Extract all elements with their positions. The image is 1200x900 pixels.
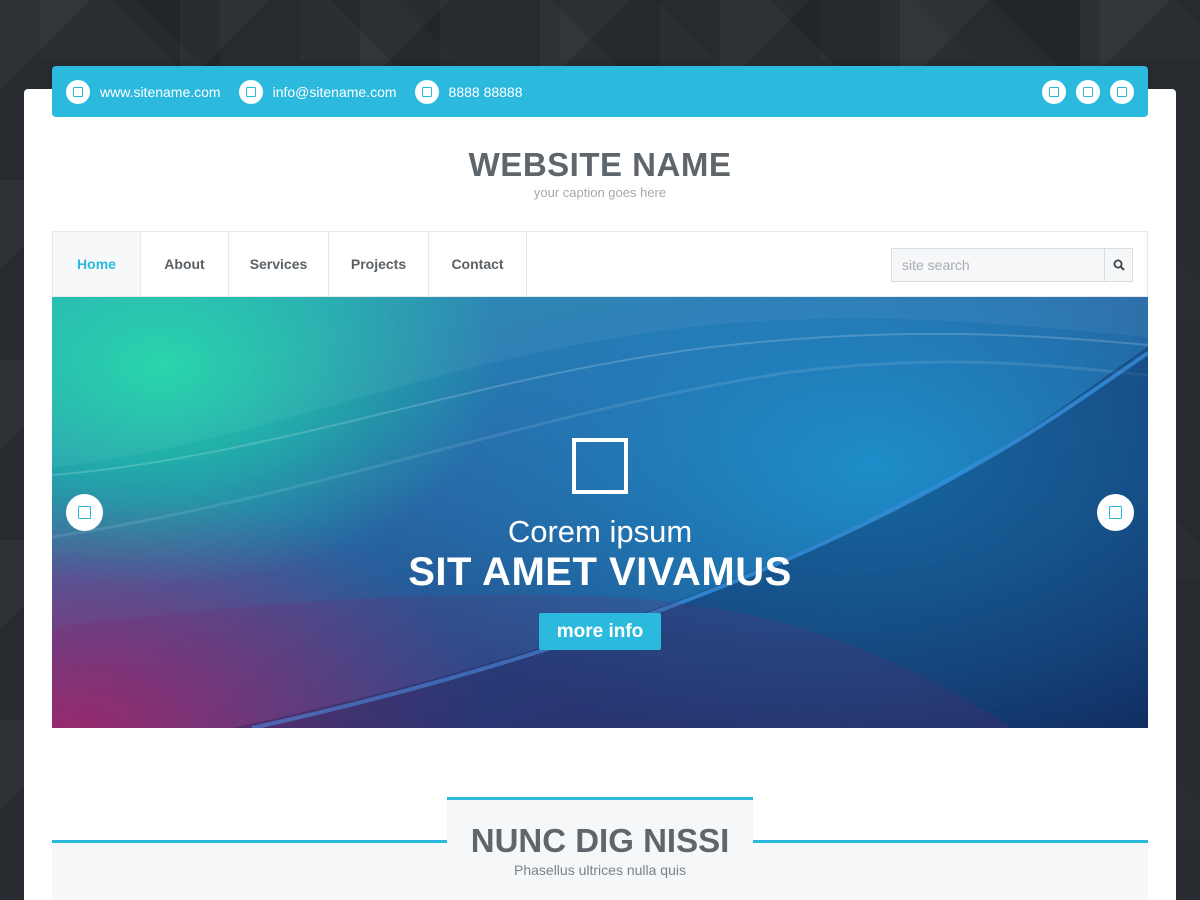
contact-phone-text: 8888 88888 <box>448 83 523 100</box>
hero-title: SIT AMET VIVAMUS <box>408 550 792 594</box>
globe-icon <box>66 79 90 104</box>
search-icon <box>1113 259 1125 271</box>
contact-website[interactable]: www.sitename.com <box>66 79 221 104</box>
twitter-icon[interactable] <box>1076 79 1100 104</box>
nav-item-about[interactable]: About <box>141 232 229 296</box>
googleplus-icon[interactable] <box>1110 79 1134 104</box>
hero-background-waves <box>52 297 1148 728</box>
contact-email-text: info@sitename.com <box>272 83 397 100</box>
contact-website-text: www.sitename.com <box>100 83 221 100</box>
hero-square-icon <box>572 438 628 494</box>
section-title: NUNC DIG NISSI <box>470 822 730 859</box>
social-links <box>1042 79 1134 104</box>
nav-item-services[interactable]: Services <box>229 232 329 296</box>
nav-item-home[interactable]: Home <box>53 232 141 296</box>
mail-icon <box>238 79 263 104</box>
phone-icon <box>414 79 439 104</box>
slider-next-button[interactable] <box>1097 494 1134 531</box>
main-nav: Home About Services Projects Contact <box>52 231 1148 297</box>
contact-email[interactable]: info@sitename.com <box>238 79 397 104</box>
nav-item-projects[interactable]: Projects <box>329 232 429 296</box>
section-subtitle: Phasellus ultrices nulla quis <box>514 862 686 878</box>
top-contact-bar: www.sitename.com info@sitename.com 8888 … <box>52 66 1148 117</box>
contact-phone[interactable]: 8888 88888 <box>414 79 523 104</box>
site-title[interactable]: WEBSITE NAME <box>0 146 1200 184</box>
site-caption: your caption goes here <box>533 185 667 200</box>
search-button[interactable] <box>1104 249 1132 281</box>
search-input[interactable] <box>892 249 1104 281</box>
chevron-right-icon <box>1109 506 1122 519</box>
search-box <box>891 248 1133 282</box>
hero-subtitle: Corem ipsum <box>507 514 693 549</box>
facebook-icon[interactable] <box>1042 79 1066 104</box>
more-info-button[interactable]: more info <box>539 613 661 650</box>
nav-item-contact[interactable]: Contact <box>429 232 527 296</box>
slider-prev-button[interactable] <box>66 494 103 531</box>
hero-slider: Corem ipsum SIT AMET VIVAMUS more info <box>52 297 1148 728</box>
chevron-left-icon <box>78 506 91 519</box>
